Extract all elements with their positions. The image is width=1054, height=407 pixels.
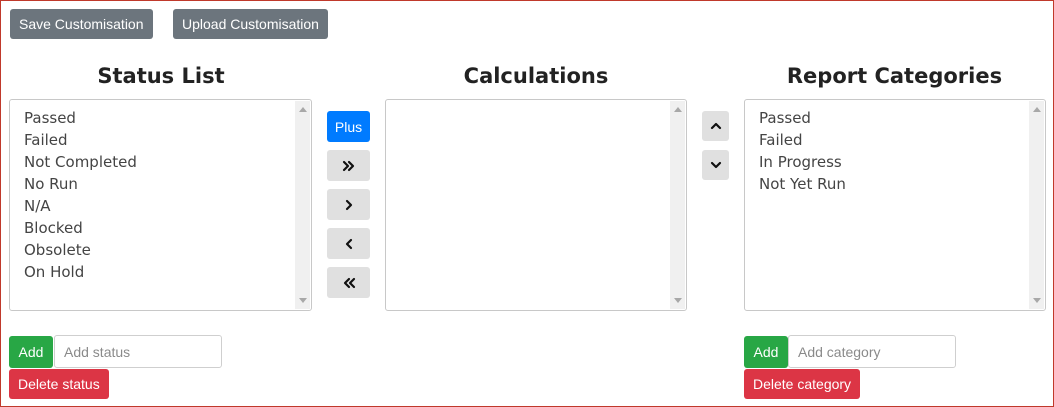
delete-category-button[interactable]: Delete category (744, 369, 861, 399)
chevron-right-icon (344, 199, 354, 211)
double-chevron-left-icon (342, 277, 356, 289)
status-item-not-completed[interactable]: Not Completed (24, 151, 311, 173)
status-item-obsolete[interactable]: Obsolete (24, 239, 311, 261)
add-category-input[interactable] (788, 335, 956, 368)
add-category-button[interactable]: Add (744, 336, 788, 368)
report-categories-listbox[interactable]: Passed Failed In Progress Not Yet Run (744, 99, 1046, 311)
calculations-title: Calculations (463, 64, 609, 88)
status-item-passed[interactable]: Passed (24, 107, 311, 129)
scroll-down-icon[interactable] (674, 298, 682, 303)
category-item-not-yet-run[interactable]: Not Yet Run (759, 173, 1045, 195)
scroll-up-icon[interactable] (299, 107, 307, 112)
add-status-button[interactable]: Add (9, 336, 53, 368)
scroll-up-icon[interactable] (1033, 107, 1041, 112)
add-status-input[interactable] (54, 335, 222, 368)
calculations-listbox[interactable] (385, 99, 687, 311)
chevron-left-icon (344, 238, 354, 250)
status-item-blocked[interactable]: Blocked (24, 217, 311, 239)
status-list-scrollbar[interactable] (295, 101, 310, 309)
plus-button[interactable]: Plus (327, 111, 370, 142)
scroll-up-icon[interactable] (674, 107, 682, 112)
move-up-button[interactable] (702, 111, 729, 141)
scroll-down-icon[interactable] (1033, 298, 1041, 303)
move-all-left-button[interactable] (327, 267, 370, 298)
status-item-no-run[interactable]: No Run (24, 173, 311, 195)
chevron-down-icon (710, 158, 722, 173)
status-list-title: Status List (97, 64, 225, 88)
chevron-up-icon (710, 119, 722, 134)
calculations-scrollbar[interactable] (670, 101, 685, 309)
status-item-failed[interactable]: Failed (24, 129, 311, 151)
save-customisation-button[interactable]: Save Customisation (10, 9, 153, 39)
category-item-passed[interactable]: Passed (759, 107, 1045, 129)
move-down-button[interactable] (702, 150, 729, 180)
move-left-button[interactable] (327, 228, 370, 259)
status-item-on-hold[interactable]: On Hold (24, 261, 311, 283)
report-categories-scrollbar[interactable] (1029, 101, 1044, 309)
report-categories-title: Report Categories (786, 64, 1003, 88)
scroll-down-icon[interactable] (299, 298, 307, 303)
upload-customisation-button[interactable]: Upload Customisation (173, 9, 328, 39)
category-item-failed[interactable]: Failed (759, 129, 1045, 151)
delete-status-button[interactable]: Delete status (9, 369, 109, 399)
double-chevron-right-icon (342, 160, 356, 172)
status-listbox[interactable]: Passed Failed Not Completed No Run N/A B… (9, 99, 312, 311)
category-item-in-progress[interactable]: In Progress (759, 151, 1045, 173)
move-right-button[interactable] (327, 189, 370, 220)
status-item-na[interactable]: N/A (24, 195, 311, 217)
move-all-right-button[interactable] (327, 150, 370, 181)
